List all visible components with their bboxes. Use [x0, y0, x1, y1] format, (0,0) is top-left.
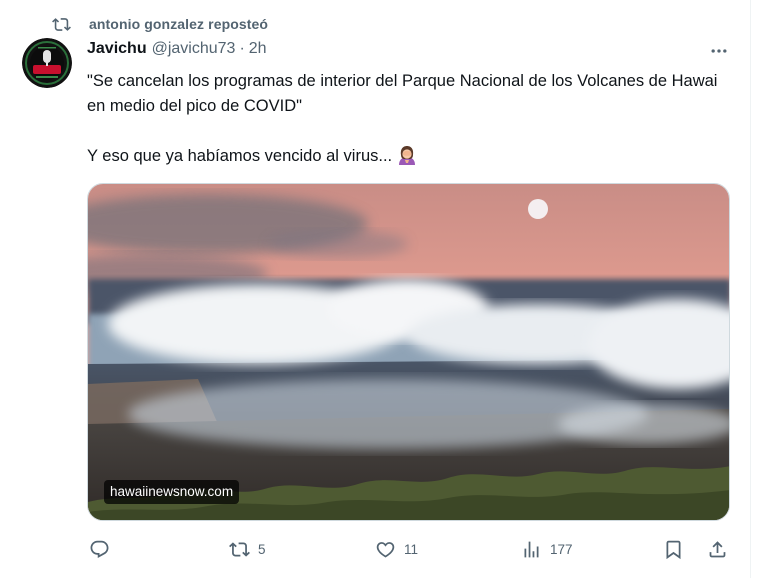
- repost-by-text[interactable]: antonio gonzalez reposteó: [89, 16, 268, 32]
- tweet-text-quote: "Se cancelan los programas de interior d…: [87, 72, 718, 115]
- repost-indicator[interactable]: antonio gonzalez reposteó: [52, 12, 268, 36]
- like-button[interactable]: 11: [375, 534, 418, 564]
- repost-count: 5: [258, 541, 266, 557]
- more-options-button[interactable]: [704, 40, 734, 62]
- tweet-text-comment-line: Y eso que ya habíamos vencido al virus..…: [87, 144, 737, 169]
- views-button[interactable]: 177: [521, 534, 573, 564]
- bookmark-button[interactable]: [663, 534, 684, 564]
- avatar[interactable]: [22, 38, 72, 88]
- tweet-text: "Se cancelan los programas de interior d…: [87, 69, 737, 169]
- share-button[interactable]: [707, 534, 728, 564]
- views-count: 177: [550, 541, 573, 557]
- reply-icon: [90, 540, 109, 558]
- heart-icon: [376, 541, 395, 558]
- avatar-logo-icon: [22, 38, 72, 88]
- tweet-timestamp[interactable]: 2h: [249, 40, 267, 58]
- volcano-crater-photo: [88, 184, 729, 520]
- repost-icon: [229, 541, 250, 557]
- reply-button[interactable]: [89, 534, 118, 564]
- media-source-badge[interactable]: hawaiinewsnow.com: [104, 480, 240, 504]
- author-name[interactable]: Javichu: [87, 40, 147, 58]
- share-icon: [709, 540, 726, 557]
- more-options-icon: [711, 49, 727, 53]
- tweet-text-comment: Y eso que ya habíamos vencido al virus..…: [87, 147, 393, 165]
- like-count: 11: [404, 541, 419, 557]
- tweet-media[interactable]: hawaiinewsnow.com: [87, 183, 730, 521]
- bookmark-icon: [666, 540, 681, 559]
- tweet-actions: 5 11 177: [87, 534, 737, 564]
- views-chart-icon: [524, 541, 539, 557]
- repost-icon: [52, 15, 71, 34]
- woman-facepalming-emoji: [396, 144, 418, 166]
- tweet-header: Javichu @javichu73 · 2h: [87, 40, 267, 62]
- author-handle[interactable]: @javichu73: [152, 40, 236, 58]
- repost-button[interactable]: 5: [229, 534, 266, 564]
- tweet-card[interactable]: antonio gonzalez reposteó Javichu @javic…: [0, 0, 751, 578]
- separator-dot: ·: [239, 40, 245, 57]
